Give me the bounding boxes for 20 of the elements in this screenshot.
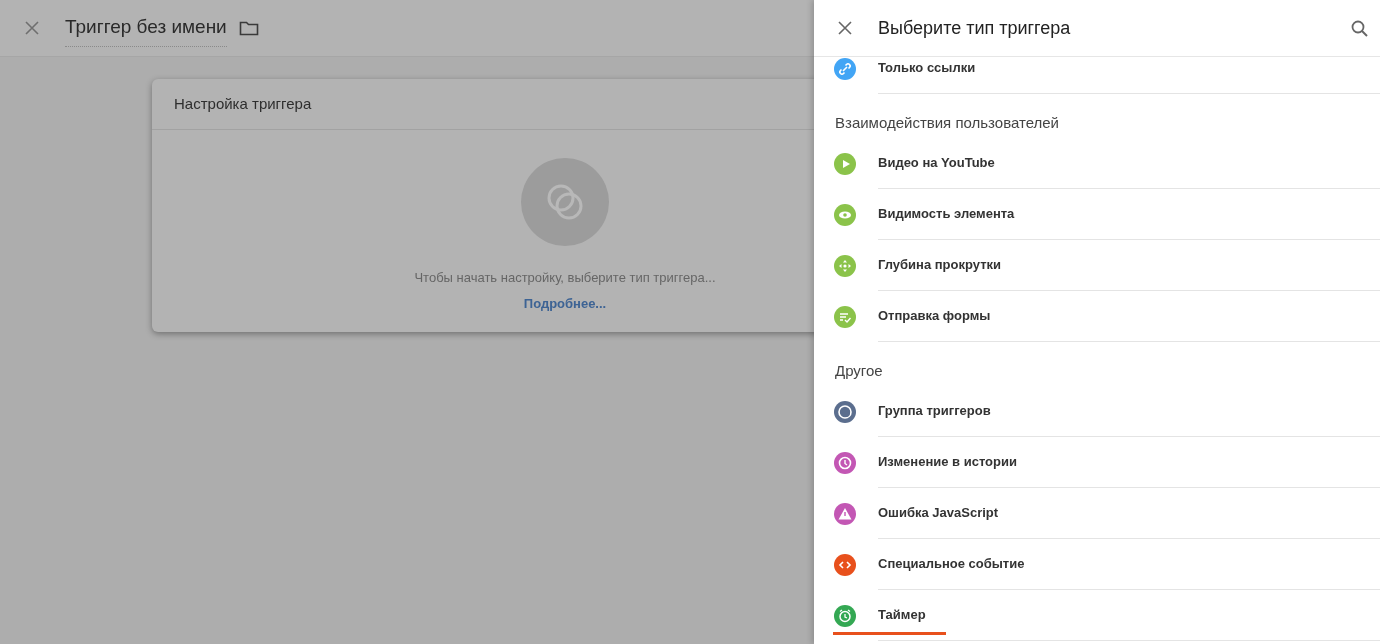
search-icon[interactable] (1351, 19, 1368, 37)
trigger-type-item[interactable]: Специальное событие (878, 554, 1025, 574)
trigger-type-item[interactable]: Изменение в истории (878, 452, 1017, 472)
card-title: Настройка триггера (174, 93, 312, 114)
panel-title: Выберите тип триггера (878, 16, 1071, 40)
section-heading: Взаимодействия пользователей (835, 114, 1059, 131)
trigger-type-item[interactable]: Группа триггеров (878, 401, 991, 421)
trigger-type-item[interactable]: Ошибка JavaScript (878, 503, 999, 523)
trigger-type-item[interactable]: Отправка формы (878, 306, 991, 326)
close-icon[interactable] (838, 21, 852, 35)
hint-text: Чтобы начать настройку, выберите тип триггера... (414, 269, 716, 287)
trigger-type-item[interactable]: Глубина прокрутки (878, 255, 1002, 275)
section-heading: Другое (835, 362, 883, 379)
trigger-type-item[interactable]: Видимость элемента (878, 204, 1015, 224)
trigger-name-field[interactable]: Триггер без имени (65, 13, 227, 47)
trigger-type-item[interactable]: Видео на YouTube (878, 153, 995, 173)
folder-icon[interactable] (238, 20, 259, 36)
trigger-type-item[interactable]: Только ссылки (878, 58, 976, 78)
trigger-placeholder-icon (521, 158, 609, 246)
trigger-type-item[interactable]: Таймер (878, 605, 926, 625)
